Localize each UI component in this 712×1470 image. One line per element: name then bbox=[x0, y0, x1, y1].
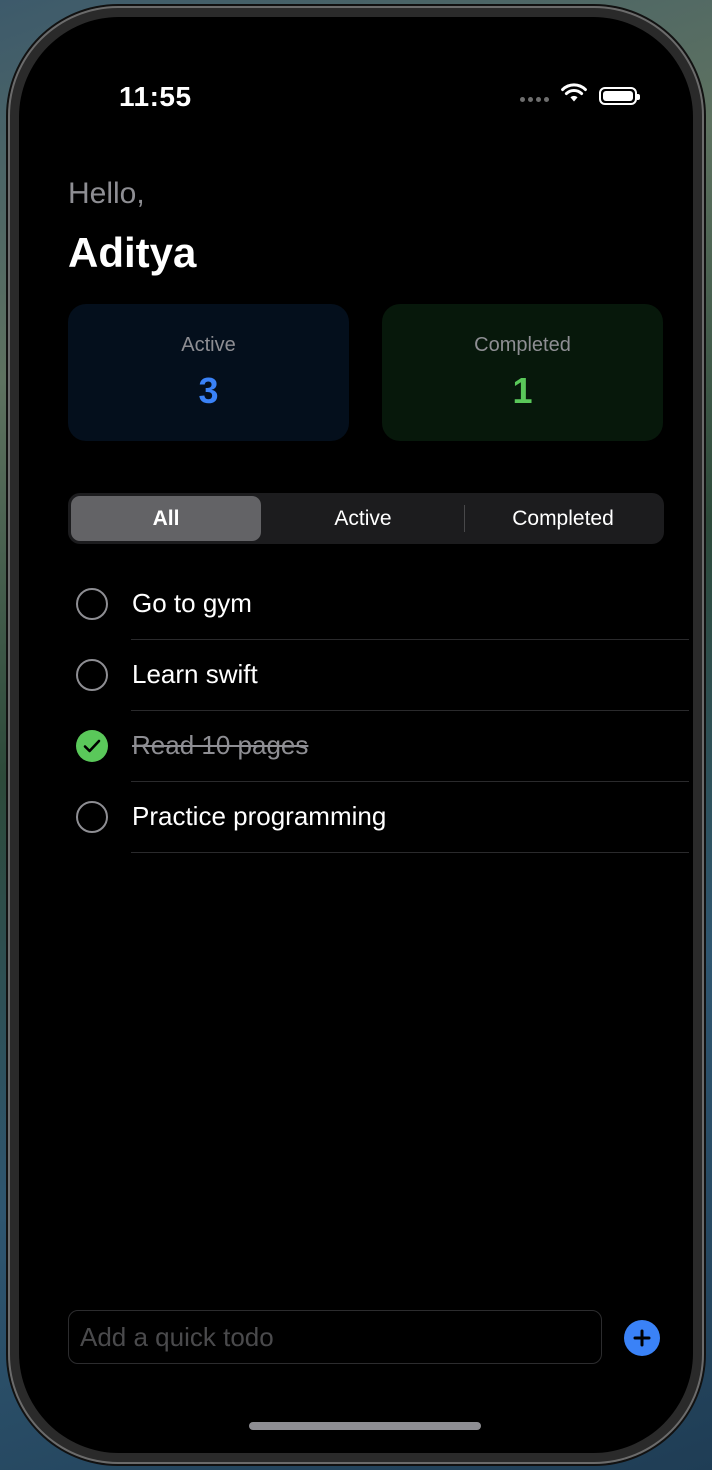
active-count-card: Active 3 bbox=[68, 304, 349, 441]
status-time: 11:55 bbox=[119, 81, 192, 112]
unchecked-circle-icon[interactable] bbox=[76, 659, 108, 691]
user-name: Aditya bbox=[68, 229, 197, 276]
home-indicator[interactable] bbox=[249, 1422, 481, 1430]
wifi-icon bbox=[561, 83, 587, 108]
quick-todo-input[interactable] bbox=[68, 1310, 602, 1364]
completed-count-label: Completed bbox=[474, 334, 571, 356]
filter-active[interactable]: Active bbox=[265, 496, 461, 541]
greeting-text: Hello, bbox=[68, 177, 145, 210]
divider bbox=[131, 852, 689, 853]
filter-segmented-control: All Active Completed bbox=[68, 493, 664, 544]
unchecked-circle-icon[interactable] bbox=[76, 801, 108, 833]
device-frame: 11:55 Hello, Aditya Active 3 Completed 1 bbox=[8, 6, 704, 1464]
battery-icon bbox=[599, 86, 640, 105]
active-count-label: Active bbox=[181, 334, 236, 356]
checkmark-circle-icon[interactable] bbox=[76, 730, 108, 762]
todo-title: Read 10 pages bbox=[132, 730, 309, 760]
todo-item[interactable]: Practice programming bbox=[19, 782, 693, 853]
todo-list: Go to gym Learn swift Read 10 pages Prac… bbox=[19, 569, 693, 853]
status-icons bbox=[520, 83, 640, 108]
signal-dots-icon bbox=[520, 97, 549, 102]
todo-item[interactable]: Go to gym bbox=[19, 569, 693, 640]
todo-title: Practice programming bbox=[132, 801, 387, 831]
completed-count-card: Completed 1 bbox=[382, 304, 663, 441]
todo-title: Learn swift bbox=[132, 659, 258, 689]
plus-circle-icon[interactable] bbox=[624, 1320, 660, 1356]
completed-count-value: 1 bbox=[512, 370, 533, 411]
todo-item[interactable]: Read 10 pages bbox=[19, 711, 693, 782]
app-screen: 11:55 Hello, Aditya Active 3 Completed 1 bbox=[19, 17, 693, 1453]
todo-item[interactable]: Learn swift bbox=[19, 640, 693, 711]
active-count-value: 3 bbox=[198, 370, 219, 411]
filter-completed[interactable]: Completed bbox=[465, 496, 661, 541]
filter-all[interactable]: All bbox=[71, 496, 261, 541]
todo-title: Go to gym bbox=[132, 588, 252, 618]
unchecked-circle-icon[interactable] bbox=[76, 588, 108, 620]
